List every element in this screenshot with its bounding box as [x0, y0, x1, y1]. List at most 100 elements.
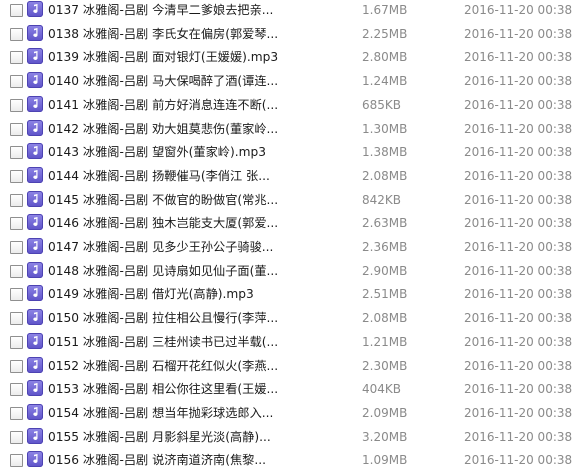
file-checkbox[interactable] [10, 51, 23, 65]
file-date: 2016-11-20 00:38 [464, 358, 573, 373]
file-row[interactable]: 0155 冰雅阁-吕剧 月影斜星光淡(高静)... 3.20MB 2016-11-2… [0, 427, 578, 450]
file-name[interactable]: 0148 冰雅阁-吕剧 见诗扇如见仙子面(董... [48, 261, 278, 281]
file-row[interactable]: 0138 冰雅阁-吕剧 李氏女在偏房(郭爱琴... 2.25MB 2016-11-2… [0, 24, 578, 47]
file-checkbox[interactable] [10, 406, 23, 420]
file-date: 2016-11-20 00:38 [464, 405, 573, 420]
file-checkbox[interactable] [10, 98, 23, 112]
file-row[interactable]: 0154 冰雅阁-吕剧 想当年抛彩球选郎入... 2.09MB 2016-11-20… [0, 403, 578, 426]
file-checkbox[interactable] [10, 288, 23, 302]
file-row[interactable]: 0140 冰雅阁-吕剧 马大保喝醉了酒(谭连... 1.24MB 2016-11-2… [0, 71, 578, 94]
file-size: 2.36MB [362, 240, 408, 254]
file-row[interactable]: 0137 冰雅阁-吕剧 今清早二爹娘去把亲... 1.67MB 2016-11-20… [0, 0, 578, 23]
file-name[interactable]: 0142 冰雅阁-吕剧 劝大姐莫悲伤(董家岭... [48, 119, 278, 139]
music-file-icon [27, 119, 43, 136]
music-file-icon [27, 238, 43, 254]
file-checkbox[interactable] [10, 312, 23, 326]
file-name[interactable]: 0141 冰雅阁-吕剧 前方好消息连连不断(... [48, 95, 278, 115]
file-row[interactable]: 0156 冰雅阁-吕剧 说济南道济南(焦黎... 1.09MB 2016-11-20… [0, 450, 578, 473]
file-checkbox[interactable] [10, 359, 23, 373]
file-name[interactable]: 0138 冰雅阁-吕剧 李氏女在偏房(郭爱琴... [48, 24, 278, 44]
music-file-icon [27, 451, 43, 468]
file-name[interactable]: 0155 冰雅阁-吕剧 月影斜星光淡(高静)... [48, 427, 278, 447]
file-name[interactable]: 0152 冰雅阁-吕剧 石榴开花红似火(李燕... [48, 356, 278, 376]
file-checkbox[interactable] [10, 383, 23, 397]
file-row[interactable]: 0151 冰雅阁-吕剧 三桂州读书已过半载(... 1.21MB 2016-11-2… [0, 332, 578, 355]
file-date: 2016-11-20 00:38 [464, 121, 573, 136]
file-name[interactable]: 0143 冰雅阁-吕剧 望窗外(董家岭).mp3 [48, 142, 278, 162]
file-row[interactable]: 0148 冰雅阁-吕剧 见诗扇如见仙子面(董... 2.90MB 2016-11-2… [0, 261, 578, 284]
file-row[interactable]: 0153 冰雅阁-吕剧 相公你往这里看(王媛... 404KB 2016-11-20… [0, 379, 578, 402]
file-size: 1.30MB [362, 121, 408, 136]
file-checkbox[interactable] [10, 169, 23, 183]
file-row[interactable]: 0147 冰雅阁-吕剧 见多少王孙公子骑骏... 2.36MB 2016-11-20… [0, 237, 578, 260]
file-date: 2016-11-20 00:38 [464, 97, 573, 112]
music-file-icon [27, 72, 43, 89]
file-row[interactable]: 0145 冰雅阁-吕剧 不做官的盼做官(常兆... 842KB 2016-11-20… [0, 190, 578, 213]
file-date: 2016-11-20 00:38 [464, 216, 573, 231]
file-size: 1.67MB [362, 3, 408, 17]
file-size: 2.08MB [362, 168, 408, 183]
file-name[interactable]: 0149 冰雅阁-吕剧 借灯光(高静).mp3 [48, 284, 278, 304]
file-size: 2.25MB [362, 26, 408, 41]
file-row[interactable]: 0146 冰雅阁-吕剧 独木岂能支大厦(郭爱... 2.63MB 2016-11-2… [0, 213, 578, 236]
file-row[interactable]: 0152 冰雅阁-吕剧 石榴开花红似火(李燕... 2.30MB 2016-11-2… [0, 356, 578, 379]
file-name[interactable]: 0146 冰雅阁-吕剧 独木岂能支大厦(郭爱... [48, 213, 278, 233]
file-row[interactable]: 0150 冰雅阁-吕剧 拉住相公且慢行(李萍... 2.08MB 2016-11-2… [0, 308, 578, 331]
file-name[interactable]: 0145 冰雅阁-吕剧 不做官的盼做官(常兆... [48, 190, 278, 210]
file-name[interactable]: 0137 冰雅阁-吕剧 今清早二爹娘去把亲... [48, 0, 278, 20]
file-size: 1.09MB [362, 453, 408, 468]
file-checkbox[interactable] [10, 430, 23, 444]
file-date: 2016-11-20 00:38 [464, 168, 573, 183]
music-file-icon [27, 285, 43, 302]
file-date: 2016-11-20 00:38 [464, 26, 573, 41]
file-checkbox[interactable] [10, 27, 23, 41]
file-row[interactable]: 0142 冰雅阁-吕剧 劝大姐莫悲伤(董家岭... 1.30MB 2016-11-2… [0, 119, 578, 142]
file-date: 2016-11-20 00:38 [464, 382, 573, 397]
music-file-icon [27, 95, 43, 112]
music-file-icon [27, 380, 43, 397]
music-file-icon [27, 1, 43, 17]
file-name[interactable]: 0156 冰雅阁-吕剧 说济南道济南(焦黎... [48, 450, 278, 470]
file-size: 2.63MB [362, 216, 408, 231]
file-list: 0137 冰雅阁-吕剧 今清早二爹娘去把亲... 1.67MB 2016-11-20… [0, 0, 578, 476]
file-checkbox[interactable] [10, 146, 23, 160]
file-row[interactable]: 0144 冰雅阁-吕剧 扬鞭催马(李俏江 张... 2.08MB 2016-11-2… [0, 166, 578, 189]
file-name[interactable]: 0144 冰雅阁-吕剧 扬鞭催马(李俏江 张... [48, 166, 278, 186]
file-checkbox[interactable] [10, 122, 23, 136]
file-size: 3.20MB [362, 429, 408, 444]
file-name[interactable]: 0139 冰雅阁-吕剧 面对银灯(王媛媛).mp3 [48, 47, 278, 67]
file-checkbox[interactable] [10, 241, 23, 254]
file-date: 2016-11-20 00:38 [464, 50, 573, 65]
file-checkbox[interactable] [10, 193, 23, 207]
file-name[interactable]: 0140 冰雅阁-吕剧 马大保喝醉了酒(谭连... [48, 71, 278, 91]
file-name[interactable]: 0147 冰雅阁-吕剧 见多少王孙公子骑骏... [48, 237, 278, 257]
file-row[interactable]: 0139 冰雅阁-吕剧 面对银灯(王媛媛).mp3 2.80MB 2016-11-2… [0, 47, 578, 70]
file-checkbox[interactable] [10, 4, 23, 17]
file-name[interactable]: 0153 冰雅阁-吕剧 相公你往这里看(王媛... [48, 379, 278, 399]
file-checkbox[interactable] [10, 335, 23, 349]
file-checkbox[interactable] [10, 264, 23, 278]
file-date: 2016-11-20 00:38 [464, 192, 573, 207]
file-name[interactable]: 0154 冰雅阁-吕剧 想当年抛彩球选郎入... [48, 403, 278, 423]
file-checkbox[interactable] [10, 217, 23, 231]
file-checkbox[interactable] [10, 454, 23, 468]
file-date: 2016-11-20 00:38 [464, 240, 573, 254]
file-name[interactable]: 0151 冰雅阁-吕剧 三桂州读书已过半载(... [48, 332, 278, 352]
file-size: 2.30MB [362, 358, 408, 373]
file-row[interactable]: 0143 冰雅阁-吕剧 望窗外(董家岭).mp3 1.38MB 2016-11-20… [0, 142, 578, 165]
file-date: 2016-11-20 00:38 [464, 263, 573, 278]
file-size: 1.38MB [362, 145, 408, 160]
file-checkbox[interactable] [10, 75, 23, 89]
file-row[interactable]: 0149 冰雅阁-吕剧 借灯光(高静).mp3 2.51MB 2016-11-20 … [0, 284, 578, 307]
file-size: 842KB [362, 192, 402, 207]
music-file-icon [27, 24, 43, 41]
file-size: 2.09MB [362, 405, 408, 420]
music-file-icon [27, 332, 43, 349]
music-file-icon [27, 356, 43, 373]
music-file-icon [27, 214, 43, 231]
file-size: 2.08MB [362, 311, 408, 326]
file-date: 2016-11-20 00:38 [464, 311, 573, 326]
file-name[interactable]: 0150 冰雅阁-吕剧 拉住相公且慢行(李萍... [48, 308, 278, 328]
file-size: 404KB [362, 382, 402, 397]
file-row[interactable]: 0141 冰雅阁-吕剧 前方好消息连连不断(... 685KB 2016-11-20… [0, 95, 578, 118]
